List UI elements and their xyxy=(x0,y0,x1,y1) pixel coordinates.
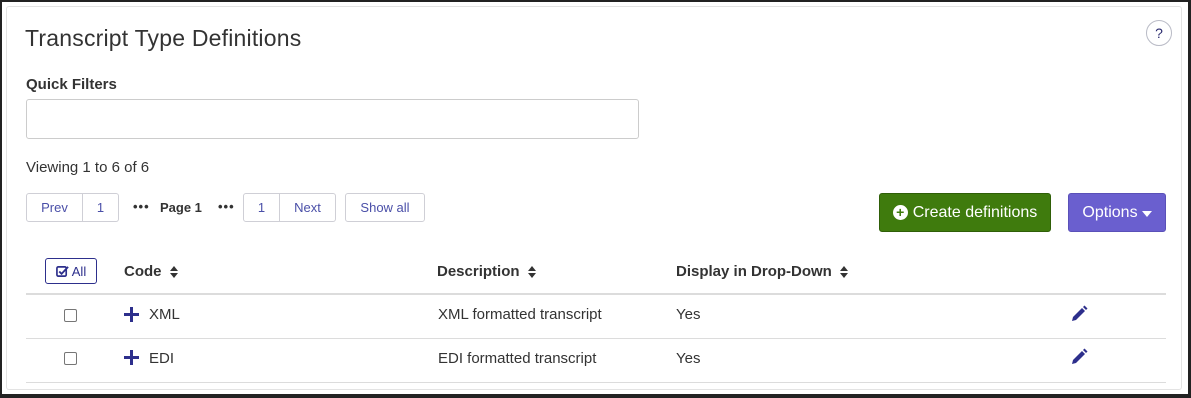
expand-plus-icon[interactable] xyxy=(124,350,139,365)
row-checkbox[interactable] xyxy=(64,309,77,322)
row-code: EDI xyxy=(149,350,175,367)
check-square-icon xyxy=(55,265,69,277)
pencil-icon[interactable] xyxy=(1070,305,1088,323)
column-header-description[interactable]: Description xyxy=(437,263,536,280)
options-dropdown-button[interactable]: Options xyxy=(1068,193,1166,232)
select-all-label: All xyxy=(71,263,87,279)
row-code: XML xyxy=(149,306,180,323)
row-description: EDI formatted transcript xyxy=(438,350,597,367)
expand-plus-icon[interactable] xyxy=(124,307,139,322)
sort-icon xyxy=(169,265,178,278)
pencil-icon[interactable] xyxy=(1070,348,1088,366)
options-label: Options xyxy=(1082,203,1138,221)
help-button[interactable]: ? xyxy=(1146,20,1172,46)
next-button[interactable]: Next xyxy=(280,193,336,222)
caret-down-icon xyxy=(1141,210,1152,217)
pagination-ellipsis-right: ••• xyxy=(218,199,235,214)
row-description: XML formatted transcript xyxy=(438,306,602,323)
sort-icon xyxy=(527,265,536,278)
create-definitions-label: Create definitions xyxy=(912,203,1038,221)
table-header-divider xyxy=(26,293,1166,295)
row-checkbox[interactable] xyxy=(64,352,77,365)
page-last-button[interactable]: 1 xyxy=(243,193,280,222)
quick-filters-input[interactable] xyxy=(26,99,639,139)
row-display: Yes xyxy=(676,350,701,367)
row-divider xyxy=(26,382,1166,383)
column-header-display-label: Display in Drop-Down xyxy=(676,263,832,280)
plus-circle-icon: + xyxy=(892,205,908,220)
viewing-count: Viewing 1 to 6 of 6 xyxy=(26,159,150,176)
page-first-button[interactable]: 1 xyxy=(83,193,119,222)
prev-button[interactable]: Prev xyxy=(26,193,83,222)
row-divider xyxy=(26,338,1166,339)
current-page-label: Page 1 xyxy=(160,200,202,215)
column-header-display[interactable]: Display in Drop-Down xyxy=(676,263,848,280)
quick-filters-label: Quick Filters xyxy=(26,76,117,93)
select-all-button[interactable]: All xyxy=(45,258,97,284)
help-icon: ? xyxy=(1155,25,1163,41)
pagination-ellipsis-left: ••• xyxy=(133,199,150,214)
pagination-next-group: 1 Next xyxy=(243,193,336,222)
create-definitions-button[interactable]: + Create definitions xyxy=(879,193,1051,232)
column-header-code-label: Code xyxy=(124,263,162,280)
show-all-button[interactable]: Show all xyxy=(345,193,425,222)
page-title: Transcript Type Definitions xyxy=(25,25,302,51)
row-display: Yes xyxy=(676,306,701,323)
column-header-description-label: Description xyxy=(437,263,520,280)
pagination-prev-group: Prev 1 xyxy=(26,193,119,222)
sort-icon xyxy=(839,265,848,278)
column-header-code[interactable]: Code xyxy=(124,263,178,280)
